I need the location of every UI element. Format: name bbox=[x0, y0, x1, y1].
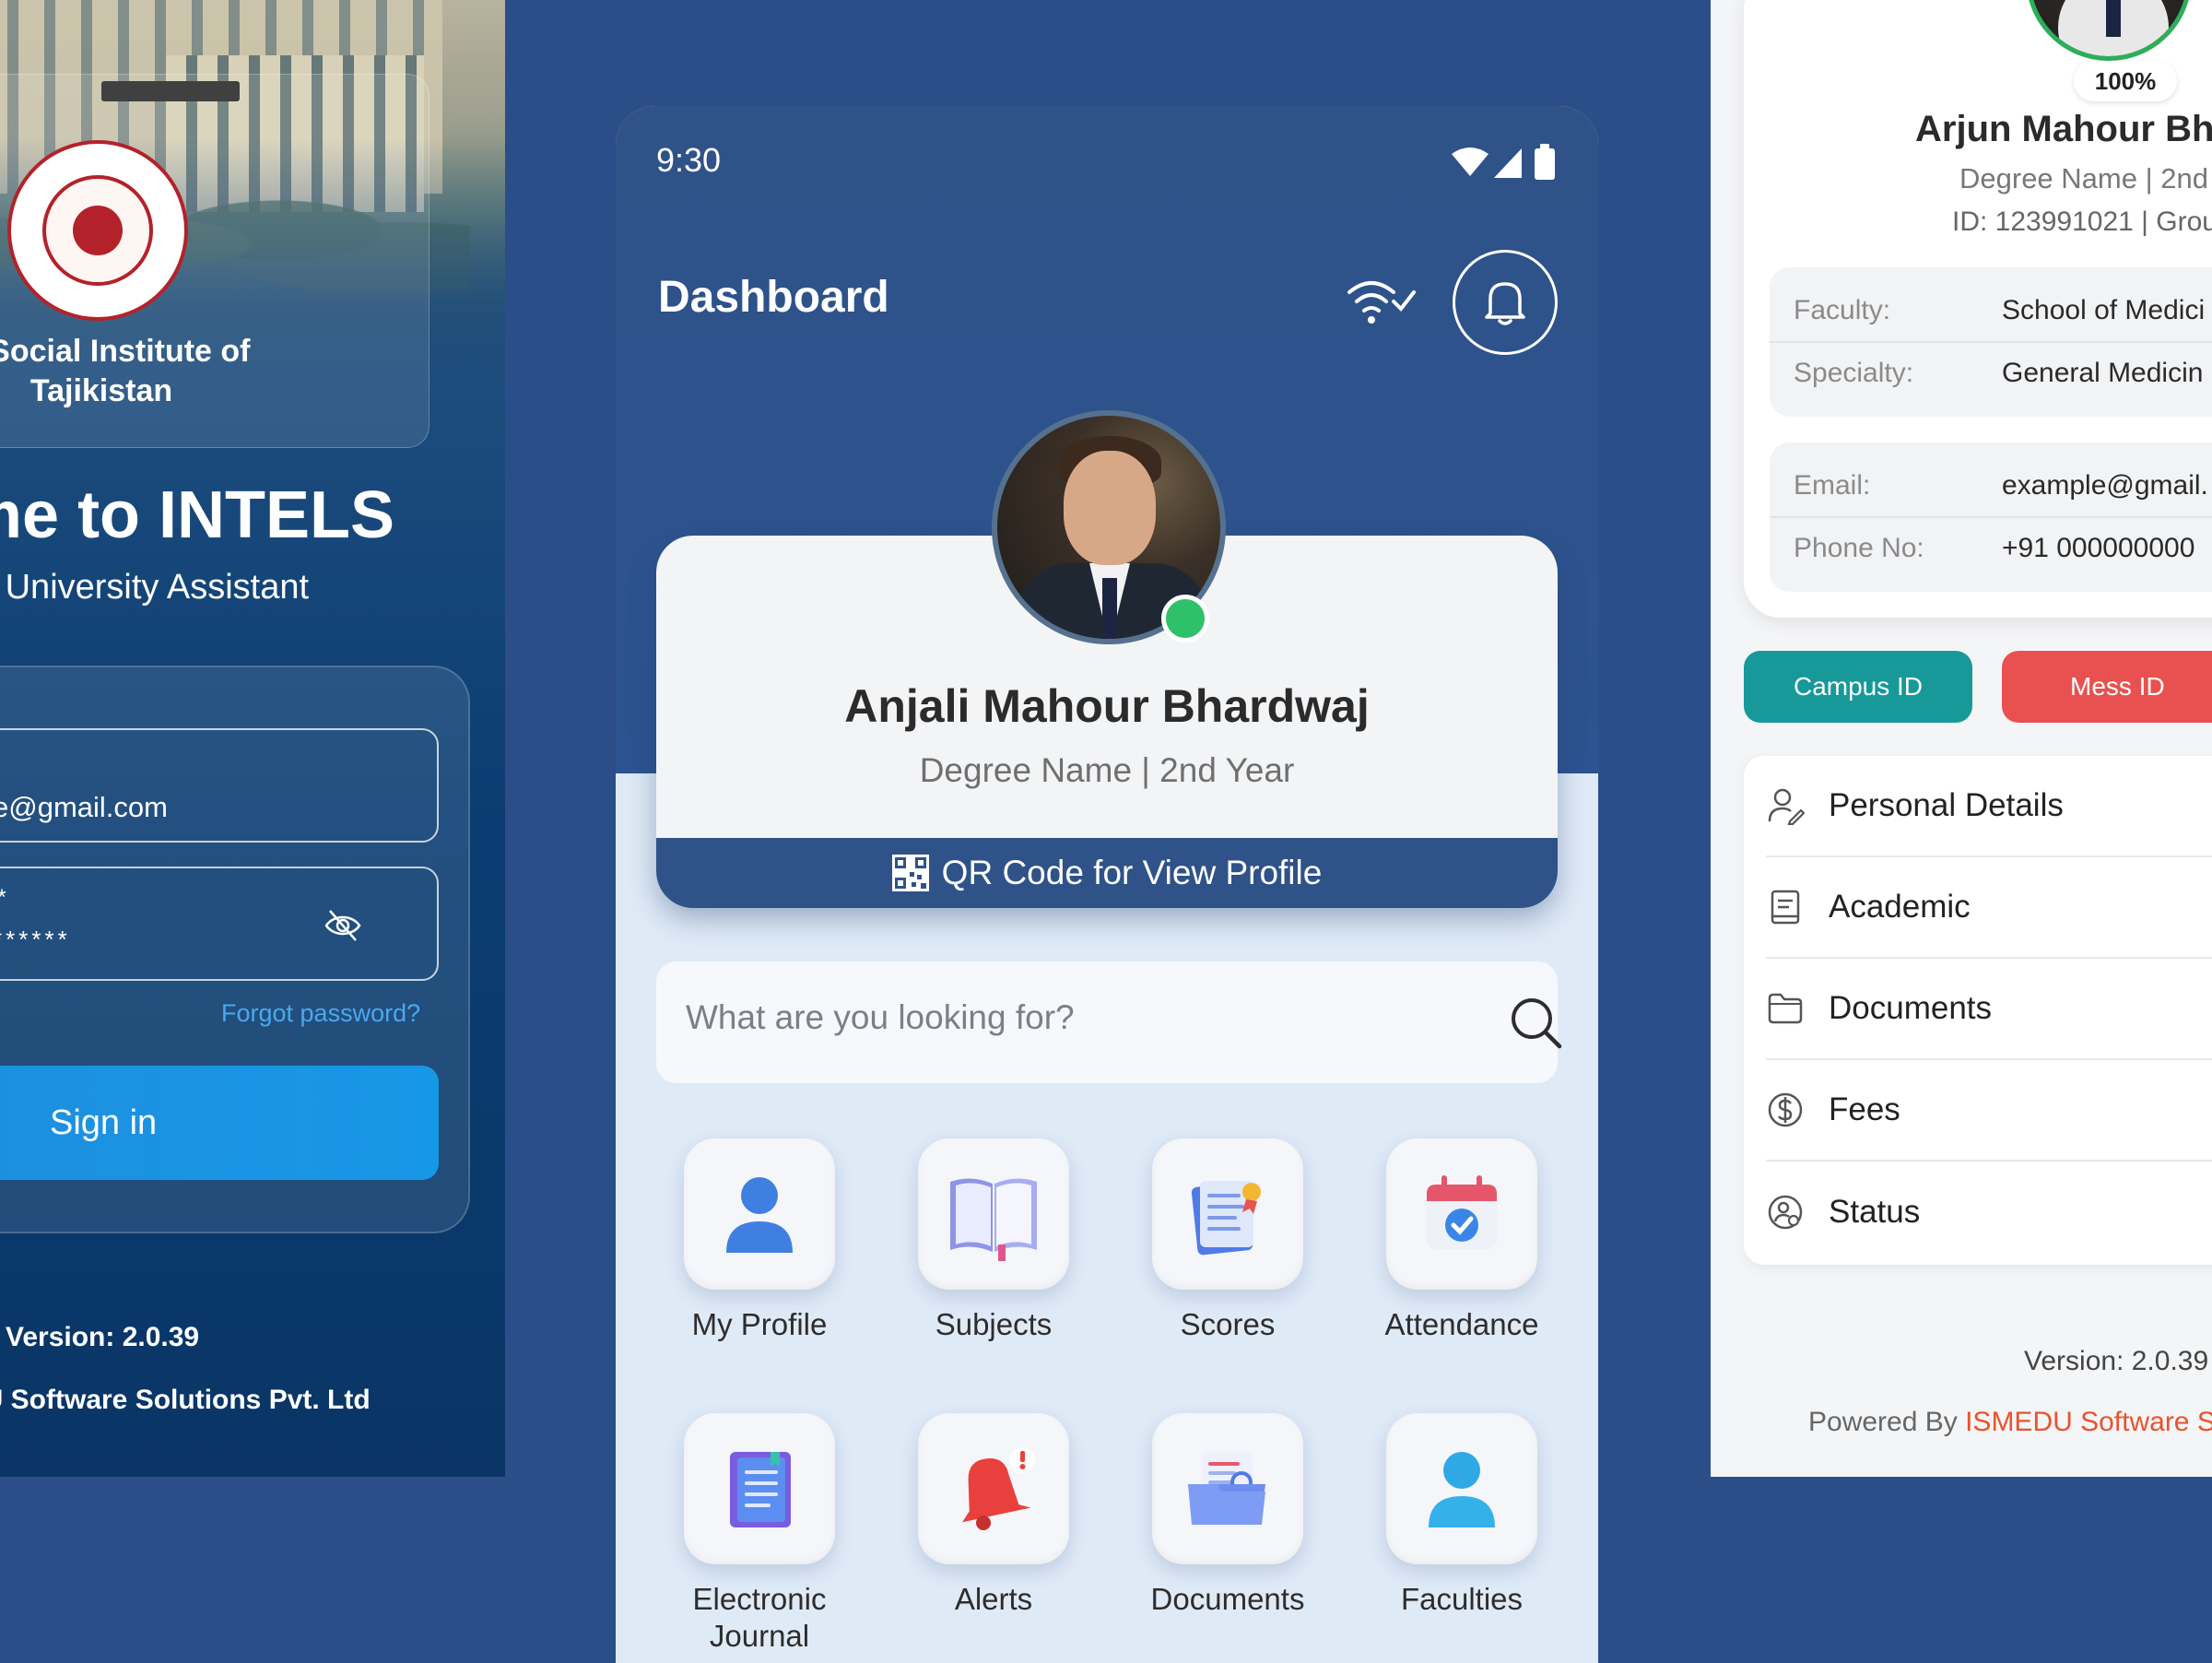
tile-scores[interactable]: Scores bbox=[1152, 1138, 1303, 1343]
status-icons bbox=[1452, 144, 1555, 180]
wifi-status-icon bbox=[1452, 147, 1488, 176]
tile-label: Alerts bbox=[954, 1582, 1033, 1616]
specialty-row: Specialty: General Medicin bbox=[1770, 341, 2212, 402]
tile-attendance[interactable]: Attendance bbox=[1385, 1138, 1538, 1343]
folder-icon bbox=[1768, 993, 1803, 1024]
menu-label: Academic bbox=[1829, 889, 1971, 925]
academic-book-icon bbox=[1771, 890, 1800, 925]
tile-label: Faculties bbox=[1400, 1582, 1524, 1616]
campus-id-button[interactable]: Campus ID bbox=[1744, 651, 1972, 723]
search-input[interactable] bbox=[686, 998, 1423, 1037]
qr-code-icon bbox=[891, 855, 929, 891]
menu-label: Fees bbox=[1829, 1091, 1900, 1127]
profile-menu: Personal Details Academic Documents Fees… bbox=[1744, 756, 2212, 1265]
search-icon[interactable] bbox=[1508, 995, 1565, 1052]
documents-folder-icon bbox=[1188, 1453, 1265, 1525]
menu-personal-details[interactable]: Personal Details bbox=[1766, 756, 2212, 857]
tile-label: Attendance bbox=[1384, 1307, 1539, 1341]
dashboard-screen: 9:30 Dashboard Anjali Mahour Bhardwaj De… bbox=[616, 106, 1598, 1663]
battery-icon bbox=[1535, 148, 1555, 180]
contact-info-box: Email: example@gmail. Phone No: +91 0000… bbox=[1770, 442, 2212, 592]
login-version: Version: 2.0.39 bbox=[6, 1322, 200, 1352]
welcome-title: me to INTELS bbox=[0, 478, 395, 552]
profile-icon bbox=[726, 1177, 793, 1253]
login-screen: al-Social Institute of Tajikistan me to … bbox=[0, 0, 505, 1477]
menu-label: Personal Details bbox=[1829, 787, 2064, 823]
login-powered-by: EDU Software Solutions Pvt. Ltd bbox=[0, 1385, 371, 1415]
faculty-row: Faculty: School of Medici bbox=[1794, 295, 2206, 325]
profile-name: Arjun Mahour Bha bbox=[1915, 109, 2212, 149]
dollar-circle-icon bbox=[1768, 1092, 1803, 1127]
profile-powered-by: Powered By ISMEDU Software S bbox=[1808, 1407, 2212, 1438]
institute-seal-logo bbox=[7, 140, 188, 321]
email-value: e@gmail.com bbox=[0, 791, 168, 823]
book-icon bbox=[950, 1178, 1037, 1261]
notification-button[interactable] bbox=[1453, 250, 1558, 355]
bell-icon bbox=[1485, 282, 1525, 325]
profile-details-screen: 100% Arjun Mahour Bha Degree Name | 2nd … bbox=[1711, 0, 2212, 1477]
status-time: 9:30 bbox=[656, 141, 722, 179]
tile-alerts[interactable]: Alerts bbox=[918, 1413, 1069, 1618]
email-field[interactable]: e@gmail.com bbox=[0, 728, 439, 843]
email-row: Email: example@gmail. bbox=[1794, 470, 2208, 501]
tile-label: My Profile bbox=[691, 1307, 828, 1341]
journal-icon bbox=[730, 1452, 791, 1527]
institute-name: al-Social Institute of Tajikistan bbox=[0, 334, 251, 408]
tile-label: Electronic Journal bbox=[692, 1582, 827, 1653]
wifi-check-icon[interactable] bbox=[1344, 270, 1418, 335]
brand-link[interactable]: ISMEDU Software S bbox=[1965, 1407, 2212, 1437]
menu-academic[interactable]: Academic bbox=[1766, 857, 2212, 959]
tile-electronic-journal[interactable]: Electronic Journal bbox=[684, 1413, 835, 1655]
profile-completion-badge: 100% bbox=[2074, 61, 2177, 101]
profile-version: Version: 2.0.39 bbox=[2024, 1346, 2209, 1376]
tile-label: Subjects bbox=[935, 1307, 1053, 1341]
faculty-icon bbox=[1429, 1452, 1495, 1527]
forgot-password-link[interactable]: Forgot password? bbox=[221, 999, 420, 1028]
user-status-icon bbox=[1768, 1195, 1803, 1230]
eye-off-icon[interactable] bbox=[323, 907, 363, 944]
password-field[interactable]: l* ****** bbox=[0, 867, 439, 981]
tile-label: Scores bbox=[1180, 1307, 1276, 1341]
mess-id-button[interactable]: Mess ID bbox=[2002, 651, 2212, 723]
menu-documents[interactable]: Documents bbox=[1766, 959, 2212, 1060]
tile-subjects[interactable]: Subjects bbox=[918, 1138, 1069, 1343]
profile-id: ID: 123991021 | Grou bbox=[1952, 206, 2212, 237]
user-edit-icon bbox=[1768, 788, 1805, 825]
tile-documents[interactable]: Documents bbox=[1151, 1413, 1304, 1618]
qr-code-button[interactable]: QR Code for View Profile bbox=[656, 838, 1558, 908]
search-bar[interactable] bbox=[656, 961, 1562, 1083]
sign-in-button[interactable]: Sign in bbox=[0, 1066, 439, 1180]
welcome-subtitle: vered University Assistant bbox=[0, 568, 310, 607]
password-value: ****** bbox=[0, 926, 71, 953]
calendar-check-icon bbox=[1427, 1175, 1497, 1249]
menu-label: Documents bbox=[1829, 990, 1993, 1026]
online-status-dot bbox=[1161, 595, 1209, 643]
student-degree: Degree Name | 2nd Year bbox=[919, 751, 1295, 789]
password-label: l* bbox=[0, 885, 6, 911]
academic-info-box: Faculty: School of Medici Specialty: Gen… bbox=[1770, 267, 2212, 417]
page-title: Dashboard bbox=[658, 273, 889, 322]
menu-status[interactable]: Status bbox=[1766, 1162, 2212, 1263]
qr-code-label: QR Code for View Profile bbox=[941, 854, 1323, 891]
alert-bell-icon bbox=[962, 1447, 1035, 1530]
certificate-icon bbox=[1191, 1181, 1261, 1256]
menu-fees[interactable]: Fees bbox=[1766, 1060, 2212, 1162]
profile-degree: Degree Name | 2nd bbox=[1959, 162, 2208, 195]
menu-label: Status bbox=[1829, 1194, 1921, 1230]
student-name: Anjali Mahour Bhardwaj bbox=[844, 680, 1370, 732]
tile-faculties[interactable]: Faculties bbox=[1386, 1413, 1537, 1618]
signal-icon bbox=[1494, 148, 1522, 178]
tile-label: Documents bbox=[1150, 1582, 1305, 1616]
tile-my-profile[interactable]: My Profile bbox=[684, 1138, 835, 1343]
phone-row: Phone No: +91 000000000 bbox=[1770, 516, 2212, 577]
